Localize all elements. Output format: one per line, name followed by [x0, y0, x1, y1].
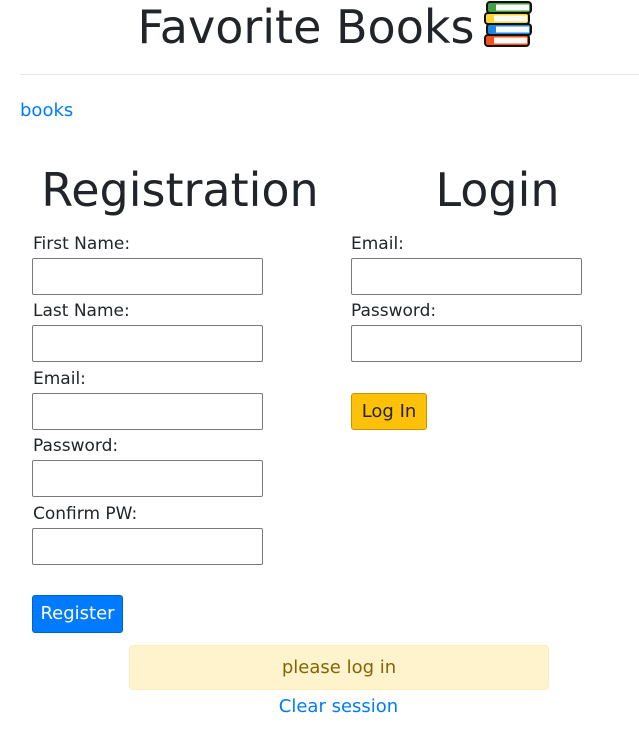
- site-title: Favorite Books: [0, 0, 639, 54]
- login-password-field[interactable]: [351, 325, 582, 362]
- login-heading: Login: [435, 163, 560, 217]
- last-name-label: Last Name:: [33, 301, 130, 321]
- first-name-field[interactable]: [32, 258, 263, 295]
- login-email-field[interactable]: [351, 258, 582, 295]
- header-divider: [20, 74, 639, 75]
- registration-heading: Registration: [41, 163, 319, 217]
- login-alert: please log in: [129, 645, 549, 690]
- registration-email-field[interactable]: [32, 393, 263, 430]
- login-password-label: Password:: [351, 301, 437, 321]
- login-email-label: Email:: [351, 234, 404, 254]
- registration-email-label: Email:: [33, 369, 86, 389]
- first-name-label: First Name:: [33, 234, 131, 254]
- login-button[interactable]: Log In: [351, 393, 427, 430]
- books-link[interactable]: books: [20, 99, 73, 123]
- register-button[interactable]: Register: [32, 595, 123, 633]
- page: Favorite Books books Registration First …: [0, 0, 639, 738]
- last-name-field[interactable]: [32, 325, 263, 362]
- confirm-password-label: Confirm PW:: [33, 504, 138, 524]
- books-icon: [482, 1, 534, 49]
- registration-password-label: Password:: [33, 436, 119, 456]
- clear-session-link[interactable]: Clear session: [0, 695, 639, 719]
- registration-password-field[interactable]: [32, 460, 263, 497]
- confirm-password-field[interactable]: [32, 528, 263, 565]
- site-title-text: Favorite Books: [137, 0, 475, 54]
